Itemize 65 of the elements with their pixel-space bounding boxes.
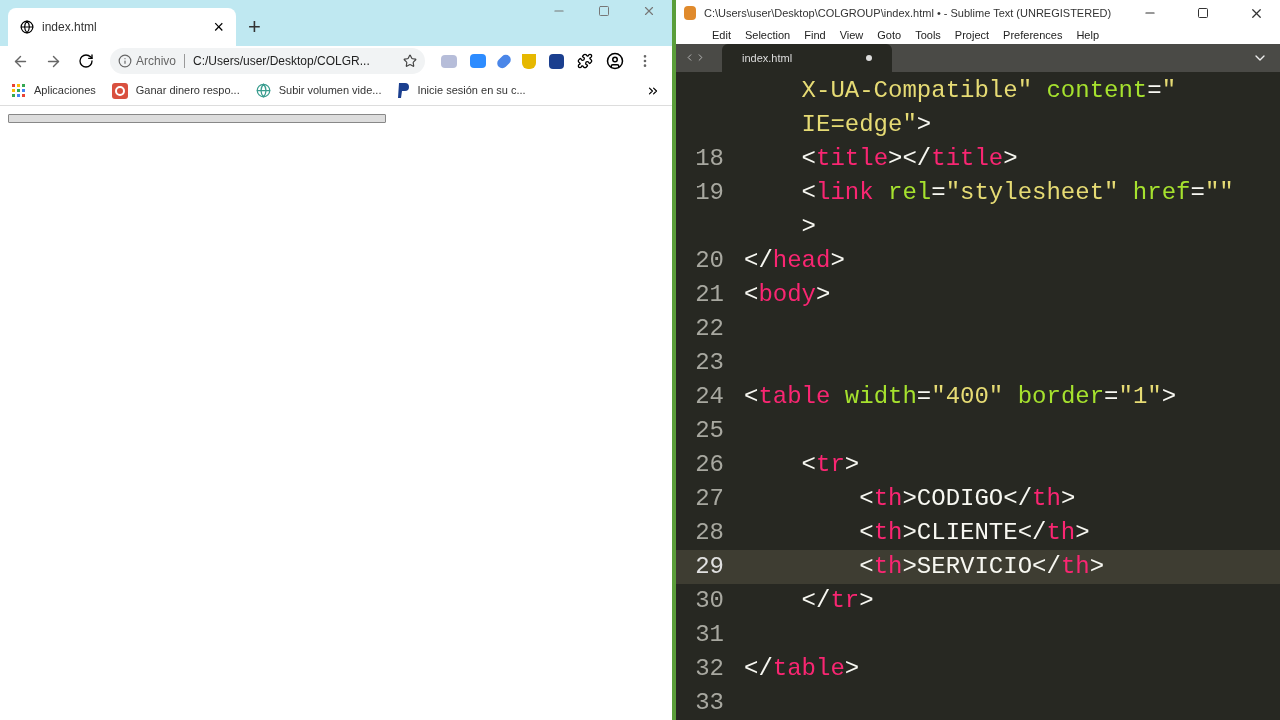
profile-icon[interactable] [606,52,624,70]
code-line: <title></title> [800,144,1018,174]
line-number: 27 [695,485,724,512]
line-number: 20 [695,247,724,274]
code-line: </table> [744,654,860,684]
code-line: <body> [744,280,831,310]
address-url: C:/Users/user/Desktop/COLGR... [193,53,371,70]
maximize-icon[interactable] [1197,7,1209,20]
line-number: 32 [695,655,724,682]
menu-item[interactable]: Goto [877,26,902,44]
globe-icon [255,83,271,98]
menu-item[interactable]: Project [954,26,990,44]
bookmark-link[interactable]: Subir volumen vide... [278,82,382,99]
address-scheme: Archivo [136,53,176,70]
p-logo-icon [397,83,410,98]
browser-tab[interactable]: index.html × [8,8,236,46]
code-line: <table width="400" border="1"> [744,382,1177,412]
code-line: <tr> [800,450,860,480]
line-number: 30 [695,587,724,614]
extension-icon[interactable] [549,53,564,69]
menu-item[interactable]: Tools [915,26,941,44]
reload-icon[interactable] [78,53,94,69]
circle-logo-icon [111,82,128,99]
code-line: <th>SERVICIO</th> [858,552,1105,582]
code-line: <th>CLIENTE</th> [858,518,1090,548]
info-icon [118,54,132,68]
code-line: </tr> [800,586,874,616]
line-number: 22 [695,315,724,342]
line-number: 26 [695,451,724,478]
line-number: 31 [695,621,724,648]
code-line: IE=edge"> [800,110,932,140]
editor-tab[interactable]: index.html [722,44,892,72]
menu-item[interactable]: Edit [712,26,731,44]
line-number: 24 [695,383,724,410]
bookmark-link[interactable]: Inicie sesión en su c... [417,82,526,99]
menu-item[interactable]: View [839,26,864,44]
code-line: X-UA-Compatible" content=" [800,76,1177,106]
code-line: > [800,212,816,242]
line-number: 18 [695,145,724,172]
line-number: 19 [695,179,724,206]
star-icon[interactable] [403,54,417,68]
menu-item[interactable]: Preferences [1003,26,1063,44]
extensions-icon[interactable] [577,53,593,69]
bookmark-link[interactable]: Aplicaciones [34,82,96,99]
address-bar[interactable]: Archivo C:/Users/user/Desktop/COLGR... [110,48,425,74]
line-number: 33 [695,689,724,716]
line-number: 21 [695,281,724,308]
menu-item[interactable]: Help [1076,26,1100,44]
window-title: C:\Users\user\Desktop\COLGROUP\index.html • - Sublime Text (UNREGISTERED) [704,5,1113,21]
code-line: <link rel="stylesheet" href="" [800,178,1234,208]
menu-item[interactable]: Selection [744,26,791,44]
menu-item[interactable]: Find [804,26,826,44]
close-tab-button[interactable]: × [213,18,224,36]
line-number: 28 [695,519,724,546]
new-tab-button[interactable]: + [248,16,261,38]
code-line: <th>CODIGO</th> [858,484,1076,514]
line-number: 25 [695,417,724,444]
bookmark-link[interactable]: Ganar dinero respo... [135,82,240,99]
apps-grid-icon [12,83,26,98]
line-number: 29 [695,553,724,580]
code-line: </head> [744,246,845,276]
tab-title: index.html [42,19,98,36]
app-icon [684,6,696,21]
line-number: 23 [695,349,724,376]
globe-icon [20,20,34,34]
